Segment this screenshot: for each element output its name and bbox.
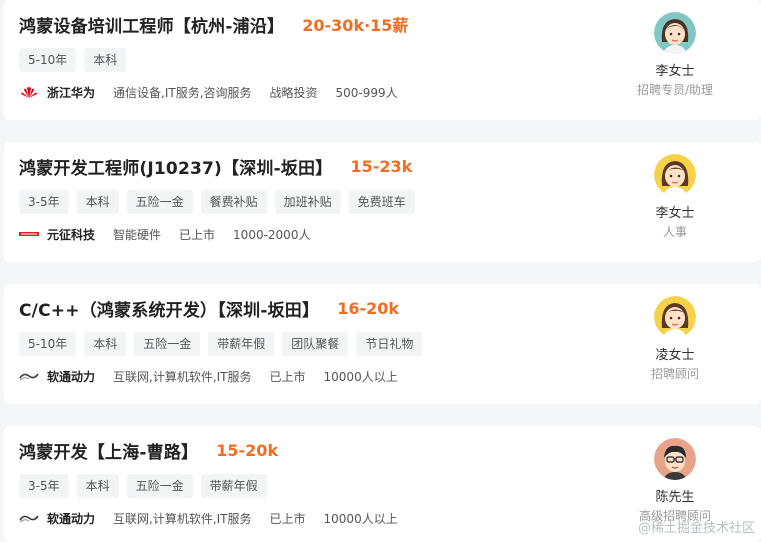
recruiter-role: 招聘顾问: [650, 367, 699, 381]
recruiter-name: 李女士: [655, 206, 695, 221]
recruiter-name: 凌女士: [655, 348, 695, 363]
job-salary: 15-23k: [350, 156, 413, 176]
job-title-row: 鸿蒙开发【上海-曹路】 15-20k: [19, 436, 278, 464]
company-industry: 通信设备,IT服务,咨询服务: [113, 85, 252, 100]
recruiter-role: 招聘专员/助理: [636, 83, 714, 97]
job-tag: 五险一金: [134, 332, 201, 356]
company-stage: 已上市: [269, 511, 306, 526]
company-name[interactable]: 软通动力: [47, 368, 95, 385]
avatar: [654, 154, 696, 196]
recruiter-name: 陈先生: [655, 490, 695, 505]
job-salary: 16-20k: [337, 298, 400, 318]
recruiter[interactable]: 陈先生 高级招聘顾问: [625, 438, 725, 524]
job-tag: 团队聚餐: [282, 332, 349, 356]
job-tag: 带薪年假: [200, 474, 267, 498]
job-card[interactable]: 鸿蒙开发工程师(J10237)【深圳-坂田】 15-23k 3-5年 本科 五险…: [4, 142, 761, 262]
company-stage: 已上市: [179, 227, 216, 242]
company-name[interactable]: 浙江华为: [47, 84, 95, 101]
job-tags: 3-5年 本科 五险一金 带薪年假: [19, 474, 267, 498]
job-card[interactable]: 鸿蒙设备培训工程师【杭州-浦沿】 20-30k·15薪 5-10年 本科 浙江华…: [4, 0, 761, 120]
job-tag: 5-10年: [19, 332, 77, 356]
company-industry: 互联网,计算机软件,IT服务: [113, 511, 252, 526]
recruiter[interactable]: 李女士 招聘专员/助理: [625, 12, 725, 98]
company-stage: 已上市: [269, 369, 306, 384]
company-name[interactable]: 软通动力: [47, 510, 95, 527]
huawei-logo-icon: [19, 85, 39, 99]
launch-logo-icon: [19, 227, 39, 241]
company-industry: 智能硬件: [113, 227, 162, 242]
recruiter-role: 人事: [662, 225, 687, 239]
job-tag: 免费班车: [348, 190, 415, 214]
job-title-row: C/C++（鸿蒙系统开发）【深圳-坂田】 16-20k: [19, 294, 399, 322]
job-title[interactable]: 鸿蒙开发工程师(J10237)【深圳-坂田】: [19, 154, 332, 179]
job-tag: 带薪年假: [208, 332, 275, 356]
company-size: 500-999人: [335, 85, 398, 100]
job-tag: 3-5年: [19, 474, 69, 498]
job-tag: 五险一金: [126, 474, 193, 498]
avatar: [654, 296, 696, 338]
company-industry: 互联网,计算机软件,IT服务: [113, 369, 252, 384]
company-row: 软通动力 互联网,计算机软件,IT服务 已上市 10000人以上: [19, 508, 416, 528]
job-card[interactable]: C/C++（鸿蒙系统开发）【深圳-坂田】 16-20k 5-10年 本科 五险一…: [4, 284, 761, 404]
job-tag: 餐费补贴: [200, 190, 267, 214]
job-tag: 加班补贴: [274, 190, 341, 214]
job-salary: 20-30k·15薪: [302, 16, 409, 35]
isoftstone-logo-icon: [19, 511, 39, 525]
company-name[interactable]: 元征科技: [47, 226, 95, 243]
job-tag: 本科: [76, 474, 119, 498]
job-title[interactable]: 鸿蒙开发【上海-曹路】: [19, 438, 198, 463]
job-tag: 5-10年: [19, 48, 77, 72]
job-title-row: 鸿蒙设备培训工程师【杭州-浦沿】 20-30k·15薪: [19, 10, 408, 38]
watermark: @稀土掘金技术社区: [637, 521, 755, 536]
job-tag: 本科: [84, 48, 127, 72]
company-size: 10000人以上: [323, 369, 398, 384]
company-size: 1000-2000人: [233, 227, 311, 242]
recruiter[interactable]: 凌女士 招聘顾问: [625, 296, 725, 382]
company-row: 软通动力 互联网,计算机软件,IT服务 已上市 10000人以上: [19, 366, 416, 386]
job-title[interactable]: 鸿蒙设备培训工程师【杭州-浦沿】: [19, 12, 284, 37]
company-stage: 战略投资: [269, 85, 318, 100]
job-tag: 本科: [84, 332, 127, 356]
company-row: 浙江华为 通信设备,IT服务,咨询服务 战略投资 500-999人: [19, 82, 416, 102]
recruiter[interactable]: 李女士 人事: [625, 154, 725, 240]
job-tag: 五险一金: [126, 190, 193, 214]
job-tags: 3-5年 本科 五险一金 餐费补贴 加班补贴 免费班车: [19, 190, 415, 214]
job-tags: 5-10年 本科 五险一金 带薪年假 团队聚餐 节日礼物: [19, 332, 423, 356]
company-row: 元征科技 智能硬件 已上市 1000-2000人: [19, 224, 328, 244]
job-title-row: 鸿蒙开发工程师(J10237)【深圳-坂田】 15-23k: [19, 152, 412, 180]
avatar: [654, 438, 696, 480]
job-tag: 3-5年: [19, 190, 69, 214]
job-tags: 5-10年 本科: [19, 48, 127, 72]
job-salary: 15-20k: [216, 440, 279, 460]
isoftstone-logo-icon: [19, 369, 39, 383]
recruiter-name: 李女士: [655, 64, 695, 79]
job-tag: 节日礼物: [356, 332, 423, 356]
job-tag: 本科: [76, 190, 119, 214]
job-title[interactable]: C/C++（鸿蒙系统开发）【深圳-坂田】: [19, 296, 319, 321]
company-size: 10000人以上: [323, 511, 398, 526]
avatar: [654, 12, 696, 54]
